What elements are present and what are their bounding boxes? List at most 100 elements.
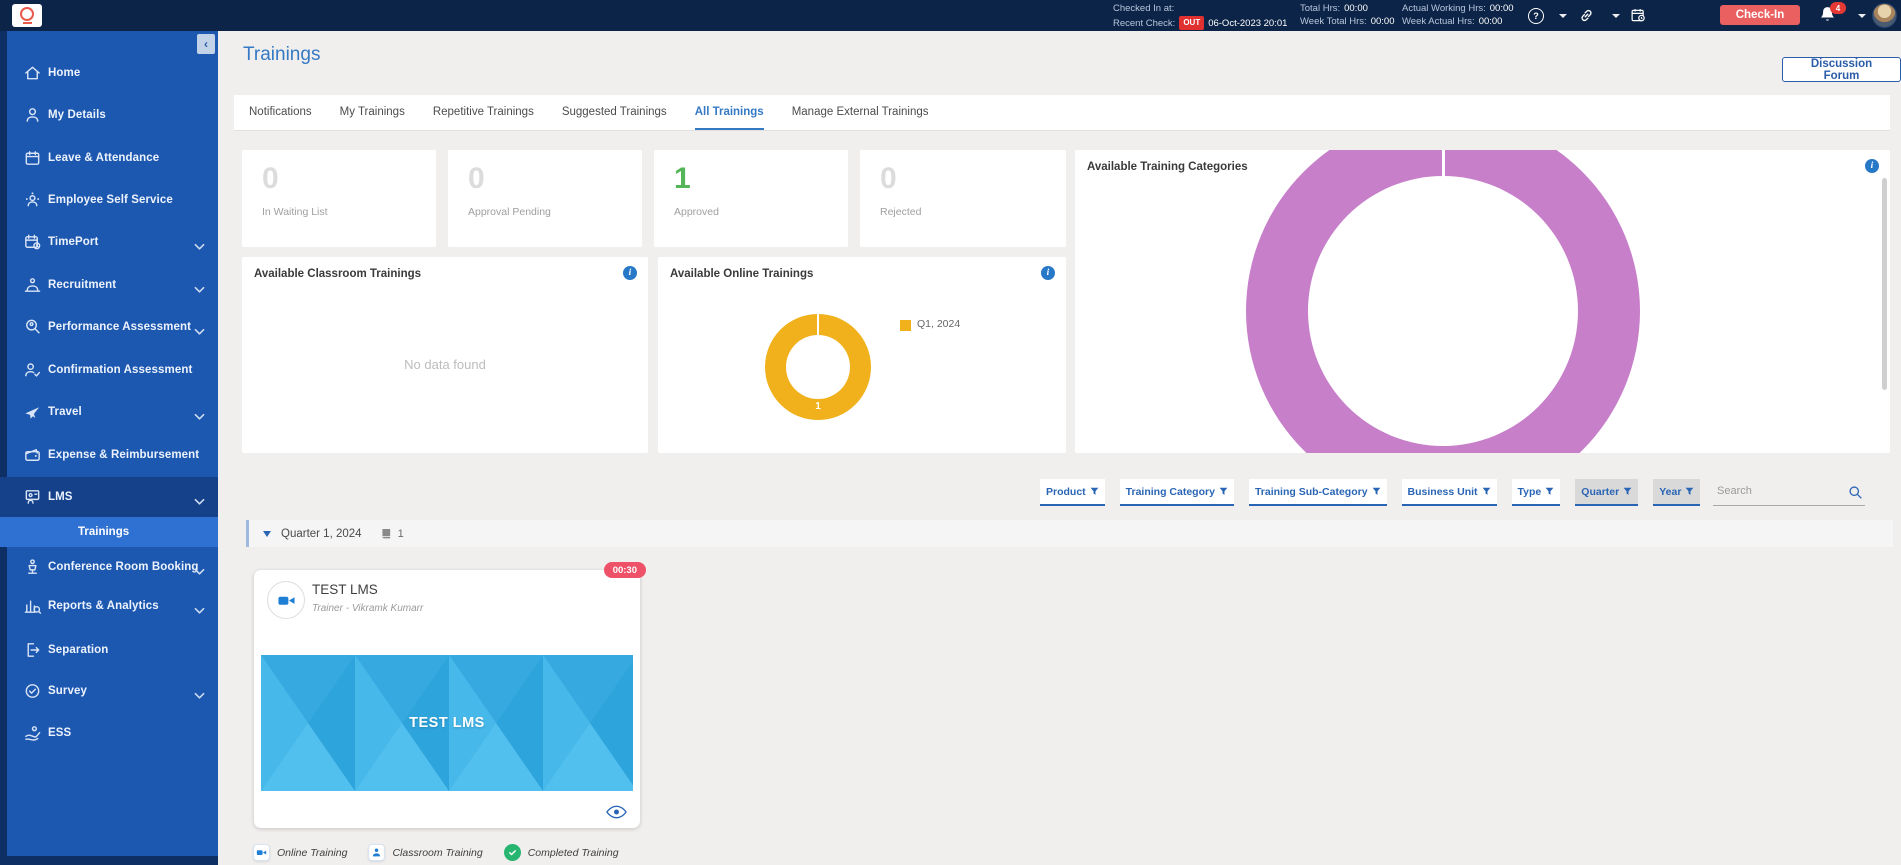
training-card[interactable]: 00:30 TEST LMS Trainer - Vikramk Kumarr (254, 570, 640, 828)
sidebar-item-leave-attendance[interactable]: Leave & Attendance (0, 138, 218, 178)
check-in-button[interactable]: Check-In (1720, 5, 1800, 25)
chevron-down-icon (194, 408, 205, 416)
funnel-icon (1090, 487, 1099, 496)
stat-card-approval-pending[interactable]: 0 Approval Pending (448, 150, 642, 247)
stat-value: 1 (674, 163, 848, 195)
legend-completed-training: Completed Training (504, 844, 619, 861)
sidebar-item-confirmation-assessment[interactable]: Confirmation Assessment (0, 350, 218, 390)
filter-quarter[interactable]: Quarter (1575, 479, 1638, 506)
categories-donut-chart[interactable] (1075, 150, 1890, 453)
sidebar-item-ess[interactable]: ESS (0, 713, 218, 753)
panel-training-categories: Available Training Categories i (1075, 150, 1890, 453)
legend-label: Completed Training (528, 847, 619, 859)
tab-bar: Notifications My Trainings Repetitive Tr… (234, 95, 1890, 131)
panel-scrollbar[interactable] (1882, 178, 1887, 390)
panel-title: Available Online Trainings (670, 268, 813, 280)
funnel-icon (1482, 487, 1491, 496)
info-icon[interactable]: i (1865, 159, 1879, 173)
sidebar-item-label: Home (48, 67, 80, 79)
week-total-hrs-value: 00:00 (1371, 16, 1395, 27)
filter-business-unit[interactable]: Business Unit (1402, 479, 1497, 506)
filter-training-category[interactable]: Training Category (1120, 479, 1234, 506)
tab-notifications[interactable]: Notifications (249, 95, 312, 130)
stat-card-waiting-list[interactable]: 0 In Waiting List (242, 150, 436, 247)
chevron-down-icon[interactable] (1858, 14, 1866, 18)
search-input[interactable] (1715, 484, 1845, 498)
wallet-icon (23, 446, 42, 465)
filter-label: Quarter (1581, 486, 1619, 498)
stat-value: 0 (468, 163, 642, 195)
actual-hours-info: Actual Working Hrs:00:00 Week Actual Hrs… (1402, 3, 1514, 28)
stat-card-approved[interactable]: 1 Approved (654, 150, 848, 247)
person-icon (368, 844, 385, 861)
tab-manage-external-trainings[interactable]: Manage External Trainings (792, 95, 929, 130)
actual-working-hrs-label: Actual Working Hrs: (1402, 3, 1486, 14)
video-camera-icon (253, 844, 270, 861)
user-avatar[interactable] (1872, 3, 1897, 28)
discussion-forum-button[interactable]: Discussion Forum (1782, 57, 1901, 82)
legend-label[interactable]: Q1, 2024 (917, 318, 960, 330)
filter-year[interactable]: Year (1653, 479, 1700, 506)
filter-label: Training Sub-Category (1255, 486, 1368, 498)
filter-type[interactable]: Type (1512, 479, 1561, 506)
legend-swatch[interactable] (900, 320, 911, 331)
tab-suggested-trainings[interactable]: Suggested Trainings (562, 95, 667, 130)
sidebar-item-separation[interactable]: Separation (0, 630, 218, 670)
sidebar-item-performance-assessment[interactable]: Performance Assessment (0, 307, 218, 347)
sidebar-item-conference-room-booking[interactable]: Conference Room Booking (0, 547, 218, 587)
sidebar-item-reports-analytics[interactable]: Reports & Analytics (0, 586, 218, 626)
sidebar-collapse-button[interactable]: ‹ (197, 34, 215, 54)
exit-door-icon (23, 641, 42, 660)
chevron-down-icon[interactable] (1559, 14, 1567, 18)
sidebar-item-survey[interactable]: Survey (0, 671, 218, 711)
checked-in-at-label: Checked In at: (1113, 3, 1174, 14)
attendance-calendar-icon[interactable] (1630, 7, 1647, 24)
filter-training-sub-category[interactable]: Training Sub-Category (1249, 479, 1387, 506)
sidebar-subitem-trainings[interactable]: Trainings (0, 517, 218, 547)
view-eye-icon[interactable] (606, 804, 627, 820)
panel-title: Available Training Categories (1087, 161, 1248, 173)
sidebar-item-my-details[interactable]: My Details (0, 95, 218, 135)
sidebar-item-home[interactable]: Home (0, 53, 218, 93)
check-status-badge: OUT (1179, 16, 1204, 31)
help-icon[interactable]: ? (1528, 8, 1544, 24)
recent-check-label: Recent Check: (1113, 17, 1175, 28)
chevron-down-icon (194, 238, 205, 246)
chevron-down-icon[interactable] (1612, 14, 1620, 18)
funnel-icon (1623, 487, 1632, 496)
sidebar-item-employee-self-service[interactable]: Employee Self Service (0, 180, 218, 220)
sidebar-item-expense-reimbursement[interactable]: Expense & Reimbursement (0, 435, 218, 475)
bar-chart-icon (23, 597, 42, 616)
link-icon[interactable] (1578, 7, 1595, 24)
filter-bar: Product Training Category Training Sub-C… (1040, 479, 1700, 506)
topbar: Checked In at: Recent Check:OUT06-Oct-20… (0, 0, 1901, 31)
sidebar-item-recruitment[interactable]: Recruitment (0, 265, 218, 305)
stat-label: Approval Pending (468, 206, 642, 218)
legend-label: Online Training (277, 847, 347, 859)
stat-card-rejected[interactable]: 0 Rejected (860, 150, 1066, 247)
sidebar-bottom-scrollbar[interactable] (0, 856, 218, 865)
checkin-info: Checked In at: Recent Check:OUT06-Oct-20… (1113, 3, 1287, 30)
info-icon[interactable]: i (1041, 266, 1055, 280)
tab-repetitive-trainings[interactable]: Repetitive Trainings (433, 95, 534, 130)
search-box (1713, 482, 1865, 506)
filter-label: Type (1518, 486, 1542, 498)
training-title: TEST LMS (312, 582, 378, 597)
filter-product[interactable]: Product (1040, 479, 1105, 506)
sidebar-item-timeport[interactable]: TimePort (0, 222, 218, 262)
magnifier-person-icon (23, 318, 42, 337)
app-logo[interactable] (12, 4, 42, 27)
search-icon[interactable] (1848, 485, 1863, 500)
sidebar-item-travel[interactable]: Travel (0, 392, 218, 432)
funnel-icon (1219, 487, 1228, 496)
sidebar-item-lms[interactable]: LMS (0, 477, 218, 517)
info-icon[interactable]: i (623, 266, 637, 280)
notifications-bell[interactable]: 4 (1818, 5, 1840, 27)
tab-my-trainings[interactable]: My Trainings (340, 95, 405, 130)
sidebar-item-label: Survey (48, 685, 87, 697)
funnel-icon (1372, 487, 1381, 496)
stat-label: Approved (674, 206, 848, 218)
tab-all-trainings[interactable]: All Trainings (695, 95, 764, 130)
quarter-group-accordion[interactable]: Quarter 1, 2024 1 (246, 520, 1893, 547)
lms-icon (23, 488, 42, 507)
